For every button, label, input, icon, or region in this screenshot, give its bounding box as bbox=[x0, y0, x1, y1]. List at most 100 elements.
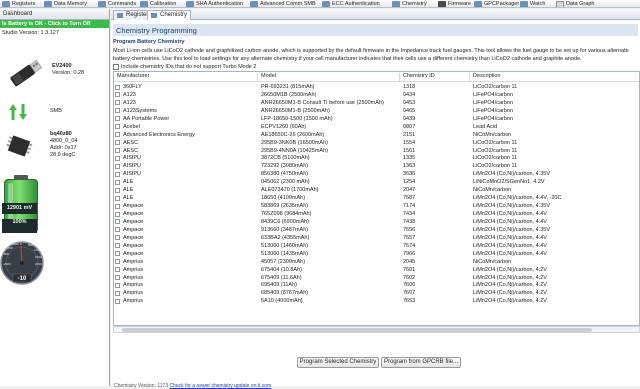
row-checkbox[interactable] bbox=[115, 282, 120, 288]
update-link[interactable]: Check for a newer chemistry update on ti… bbox=[170, 383, 272, 389]
table-row[interactable]: AESC 295B9-4NN0A (10425mAh) 1561 LiCoO2/car… bbox=[114, 147, 639, 155]
row-checkbox[interactable] bbox=[115, 275, 120, 280]
table-row[interactable]: ALE 18650 (4100mAh) 7587 LiMn2O4 (Co,Ni)/ca… bbox=[114, 194, 639, 202]
main-tabs: Registers Chemistry bbox=[111, 9, 640, 20]
row-checkbox[interactable] bbox=[115, 211, 120, 217]
toolbar-data-graph[interactable]: Data Graph bbox=[556, 0, 594, 7]
col-description[interactable]: Description bbox=[470, 73, 639, 81]
device-revision: 4800_0_04 bbox=[50, 138, 78, 144]
table-row[interactable]: AISIPU 723292 (3080mAh) 1363 LiCoO2/carbon … bbox=[114, 162, 639, 170]
table-row[interactable]: Ampace 8439C6 (6900mAh) 7438 LiMn2O4 (Co,Ni… bbox=[114, 218, 639, 226]
row-checkbox[interactable] bbox=[115, 179, 120, 185]
cell-chemistry-id: 0434 bbox=[403, 91, 416, 98]
row-checkbox[interactable] bbox=[115, 84, 120, 90]
row-checkbox[interactable] bbox=[115, 267, 120, 273]
table-row[interactable]: AISIPU 856380 (4750mAh) 3636 LiMn2O4 (Co,Ni… bbox=[114, 170, 639, 178]
col-model[interactable]: Model bbox=[258, 73, 400, 81]
dashboard-tab[interactable]: Dashboard bbox=[0, 9, 109, 20]
row-checkbox[interactable] bbox=[115, 243, 120, 249]
scrollbar-thumb[interactable] bbox=[122, 328, 592, 332]
toolbar-ecc-authentication[interactable]: ECC Authentication bbox=[322, 0, 380, 7]
toolbar-watch[interactable]: Watch bbox=[520, 0, 545, 7]
cell-description: Lead Acid bbox=[473, 123, 498, 130]
table-row[interactable]: Amprius 685409 (8767mAh) 7607 LiMn2O4 (Co,N… bbox=[114, 289, 639, 297]
row-checkbox[interactable] bbox=[115, 140, 120, 146]
device-block: bq40z80 4800_0_04 Addr: 0x17 28.9 degC bbox=[0, 129, 110, 167]
toolbar-chemistry[interactable]: Chemistry bbox=[392, 0, 427, 7]
row-checkbox[interactable] bbox=[115, 163, 120, 169]
cell-chemistry-id: 7606 bbox=[403, 282, 416, 289]
toolbar-data-memory[interactable]: Data Memory bbox=[44, 0, 87, 7]
horizontal-scrollbar[interactable] bbox=[113, 326, 640, 333]
table-row[interactable]: Amprius 45057 (2300mAh) 2045 NiCoMn/carbon bbox=[114, 258, 639, 266]
row-checkbox[interactable] bbox=[115, 92, 120, 98]
col-chemistry-id[interactable]: Chemistry ID bbox=[400, 73, 470, 81]
voltage-readout: 12901 mV bbox=[2, 203, 37, 214]
table-row[interactable]: Ampace 765Z098 (9684mAh) 7434 LiMn2O4 (Co,N… bbox=[114, 210, 639, 218]
row-checkbox[interactable] bbox=[115, 108, 120, 114]
page-title: Chemistry Programming bbox=[113, 24, 638, 36]
cell-manufacturer: Amprius bbox=[123, 258, 144, 265]
toolbar-registers[interactable]: Registers bbox=[2, 0, 35, 7]
toolbar-advanced-comm-smb[interactable]: Advanced Comm SMB bbox=[250, 0, 316, 7]
row-checkbox[interactable] bbox=[115, 132, 120, 138]
table-row[interactable]: ALE 045062 (2300 mAh) 1254 LiNiCoMnO2/SGenN… bbox=[114, 178, 639, 186]
row-checkbox[interactable] bbox=[115, 203, 120, 209]
col-manufacturer[interactable]: Manufacturer bbox=[114, 73, 258, 81]
tab-chemistry[interactable]: Chemistry bbox=[147, 10, 192, 20]
cell-manufacturer: A123 bbox=[123, 91, 136, 98]
toolbar-sha-authentication[interactable]: SHA Authentication bbox=[186, 0, 243, 7]
battery-status-toggle[interactable]: Is Battery is OK - Click to Turn Off bbox=[0, 20, 109, 28]
cell-model: 513060 (1460mAh) bbox=[261, 242, 309, 249]
row-checkbox[interactable] bbox=[115, 219, 120, 225]
table-row[interactable]: Acebel ECPV1260 (60Ah) 0807 Lead Acid bbox=[114, 123, 639, 131]
row-checkbox[interactable] bbox=[115, 116, 120, 122]
row-checkbox[interactable] bbox=[115, 290, 120, 296]
row-checkbox[interactable] bbox=[115, 259, 120, 265]
row-checkbox[interactable] bbox=[115, 298, 120, 304]
cell-chemistry-id: 1561 bbox=[403, 147, 416, 154]
row-checkbox[interactable] bbox=[115, 155, 120, 161]
toolbar-commands[interactable]: Commands bbox=[98, 0, 136, 7]
cell-chemistry-id: 7556 bbox=[403, 226, 416, 233]
row-checkbox[interactable] bbox=[115, 148, 120, 153]
row-checkbox[interactable] bbox=[115, 124, 120, 130]
cell-manufacturer: AISIPU bbox=[123, 171, 142, 178]
table-row[interactable]: Advanced Electronics Energy AE18650C-26 (… bbox=[114, 131, 639, 139]
table-row[interactable]: A123 26650M1B (2500mAh) 0434 LiFePO4/carbon bbox=[114, 91, 639, 99]
table-row[interactable]: Amprius 5A10 (4000mAh) 7653 LiMn2O4 (Co,Ni)… bbox=[114, 297, 639, 305]
table-row[interactable]: ALE ALE073470 (1700mAh) 2047 NiCoMn/carbon bbox=[114, 186, 639, 194]
turbo-mode-checkbox[interactable] bbox=[113, 64, 119, 70]
row-checkbox[interactable] bbox=[115, 195, 120, 201]
row-checkbox[interactable] bbox=[115, 100, 120, 106]
table-row[interactable]: Ampace 583869 (2635mAh) 7174 LiMn2O4 (Co,Ni… bbox=[114, 202, 639, 210]
row-checkbox[interactable] bbox=[115, 235, 120, 241]
table-row[interactable]: Amprius 675404 (10.8Ah) 7601 LiMn2O4 (Co,Ni… bbox=[114, 266, 639, 274]
row-checkbox[interactable] bbox=[115, 187, 120, 193]
toolbar-calibration[interactable]: Calibration bbox=[140, 0, 176, 7]
table-row[interactable]: Amprius 675409 (11.6Ah) 7602 LiMn2O4 (Co,Ni… bbox=[114, 274, 639, 282]
table-row[interactable]: AISIPU 3872CB (5100mAh) 1335 LiCoO2/carbon … bbox=[114, 154, 639, 162]
program-selected-chemistry-button[interactable]: Program Selected Chemistry bbox=[297, 357, 379, 368]
table-row[interactable]: Ampace 513060 (1460mAh) 7574 LiMn2O4 (Co,Ni… bbox=[114, 242, 639, 250]
cell-model: 295B9-4NN0A (10425mAh) bbox=[261, 147, 328, 154]
turbo-mode-option[interactable]: Include chemistry IDs that do not suppor… bbox=[113, 64, 256, 70]
table-row[interactable]: Ampace 513060 (1435mAh) 7966 LiMn2O4 (Co,Ni… bbox=[114, 250, 639, 258]
table-row[interactable]: 360FLY PR-693231 (815mAh) 1318 LiCoO2/carbo… bbox=[114, 83, 639, 91]
row-checkbox[interactable] bbox=[115, 251, 120, 257]
table-row[interactable]: AESC 295B9-3NK0B (16500mAh) 1554 LiCoO2/car… bbox=[114, 139, 639, 147]
cell-description: LiCoO2/carbon 11 bbox=[473, 139, 518, 146]
table-row[interactable]: AA Portable Power LFP-18650-1500 (1500 mA… bbox=[114, 115, 639, 123]
transfer-arrows-icon bbox=[9, 104, 27, 120]
table-row[interactable]: Ampace 633BA2 (4355mAh) 7557 LiMn2O4 (Co,Ni… bbox=[114, 234, 639, 242]
table-row[interactable]: Ampace 913660 (3487mAh) 7556 LiMn2O4 (Co,Ni… bbox=[114, 226, 639, 234]
table-row[interactable]: A123Systems ANR26650M1-B (2500mAh) 0465 LiF… bbox=[114, 107, 639, 115]
cell-chemistry-id: 7434 bbox=[403, 211, 416, 217]
table-row[interactable]: A123 ANR26650M1-B Consult TI before use (… bbox=[114, 99, 639, 107]
toolbar-firmware[interactable]: Firmware bbox=[438, 0, 471, 7]
toolbar-gpcpackager[interactable]: GPCPackager bbox=[474, 0, 519, 7]
program-from-gpcrb-button[interactable]: Program from GPCRB file... bbox=[381, 357, 461, 368]
table-row[interactable]: Amprius 695409 (11Ah) 7606 LiMn2O4 (Co,Ni)/… bbox=[114, 281, 639, 289]
row-checkbox[interactable] bbox=[115, 227, 120, 233]
row-checkbox[interactable] bbox=[115, 171, 120, 177]
